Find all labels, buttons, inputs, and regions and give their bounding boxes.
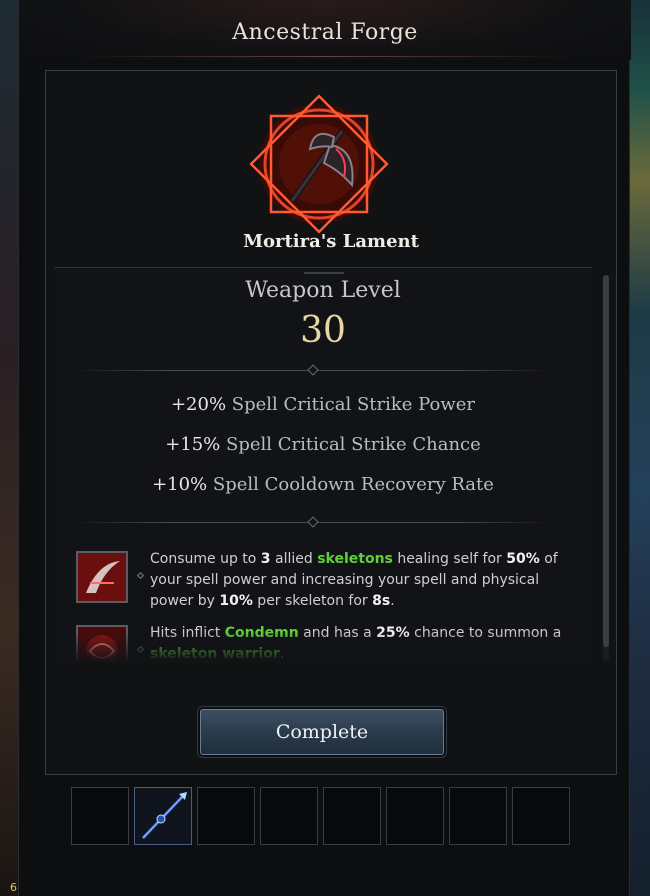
background-scene-right: [628, 0, 650, 896]
stat-name: Spell Cooldown Recovery Rate: [207, 474, 494, 495]
stat-name: Spell Critical Strike Power: [226, 394, 476, 415]
stat-name: Spell Critical Strike Chance: [220, 434, 481, 455]
ability-text-segment: healing self for: [392, 551, 507, 567]
ability-description: Consume up to 3 allied skeletons healing…: [150, 549, 562, 612]
scrollbar-thumb[interactable]: [603, 275, 609, 647]
ability-value: 50%: [506, 551, 540, 567]
weapon-details-scroll-area[interactable]: Weapon Level 30 +20% Spell Critical Stri…: [54, 267, 592, 662]
ability-text-segment: allied: [270, 551, 318, 567]
section-divider: [74, 364, 552, 376]
stat-line: +20% Spell Critical Strike Power: [54, 394, 592, 415]
weapon-level-label: Weapon Level: [245, 278, 401, 303]
ability-bullet-icon: [136, 571, 145, 580]
section-divider: [74, 516, 552, 528]
stat-line: +10% Spell Cooldown Recovery Rate: [54, 474, 592, 495]
ability-value: 3: [260, 551, 271, 567]
slot-filled[interactable]: [134, 787, 192, 845]
divider-diamond-icon: [307, 516, 319, 528]
forge-panel: Ancestral Forge Mortira's Lament Weapon …: [18, 0, 631, 896]
weapon-emblem: [249, 94, 389, 234]
ability-text-segment: per skeleton for: [252, 593, 373, 609]
slot-empty[interactable]: [260, 787, 318, 845]
details-scrollbar[interactable]: [603, 275, 609, 661]
slot-empty[interactable]: [512, 787, 570, 845]
stat-value: +15%: [165, 434, 221, 455]
ability-text-segment: .: [390, 593, 395, 609]
hud-corner-number: 6: [10, 881, 17, 894]
stat-line: +15% Spell Critical Strike Chance: [54, 434, 592, 455]
ability-value: 8s: [372, 593, 391, 609]
slot-empty[interactable]: [449, 787, 507, 845]
slot-empty[interactable]: [323, 787, 381, 845]
weapon-level-value: 30: [300, 310, 346, 351]
blue-spear-icon: [141, 792, 187, 840]
stat-value: +20%: [170, 394, 227, 415]
sweeping-slash-icon[interactable]: [76, 551, 128, 603]
weapon-name: Mortira's Lament: [243, 231, 419, 252]
slot-empty[interactable]: [71, 787, 129, 845]
ability-keyword: skeletons: [317, 551, 393, 567]
scroll-fade-overlay: [54, 632, 592, 662]
stat-value: +10%: [152, 474, 208, 495]
divider-diamond-icon: [307, 364, 319, 376]
ability-value: 10%: [219, 593, 253, 609]
slot-empty[interactable]: [386, 787, 444, 845]
window-title: Ancestral Forge: [232, 20, 418, 45]
complete-button[interactable]: Complete: [200, 709, 444, 755]
slot-empty[interactable]: [197, 787, 255, 845]
ability-text-segment: Consume up to: [150, 551, 261, 567]
forge-content: Mortira's Lament Weapon Level 30 +20% Sp…: [45, 70, 617, 775]
material-slots: [71, 787, 571, 845]
